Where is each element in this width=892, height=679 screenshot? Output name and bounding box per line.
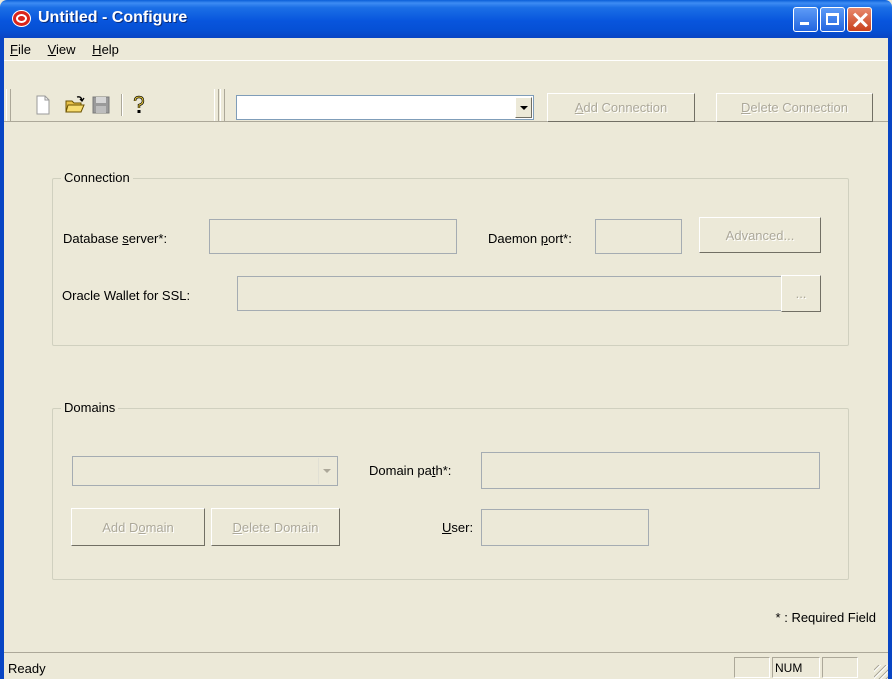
advanced-button[interactable]: Advanced...: [699, 217, 821, 253]
minimize-button[interactable]: [793, 7, 818, 32]
new-file-icon[interactable]: [32, 94, 54, 116]
title-bar[interactable]: Untitled - Configure: [0, 0, 892, 38]
connection-select[interactable]: [236, 95, 534, 120]
menu-help[interactable]: Help: [86, 38, 126, 57]
toolbar-grip-2[interactable]: [214, 89, 219, 121]
required-field-note: * : Required Field: [775, 610, 876, 625]
toolbar-separator: [121, 94, 123, 116]
daemon-port-input[interactable]: [595, 219, 682, 254]
oracle-wallet-label: Oracle Wallet for SSL:: [62, 288, 191, 303]
database-server-input[interactable]: [209, 219, 457, 254]
delete-domain-button[interactable]: Delete Domain: [211, 508, 340, 546]
status-pane-caps: [734, 657, 770, 678]
daemon-port-label: Daemon port*:: [488, 231, 572, 246]
database-server-label: Database server*:: [63, 231, 168, 246]
window-border-right: [888, 38, 892, 679]
open-folder-icon[interactable]: [64, 94, 86, 116]
close-button[interactable]: [847, 7, 872, 32]
menu-file[interactable]: File: [4, 38, 38, 57]
user-label: User:: [442, 520, 474, 535]
delete-connection-button[interactable]: Delete Connection: [716, 93, 873, 122]
status-text: Ready: [8, 661, 46, 676]
status-pane-scroll: [822, 657, 858, 678]
toolbar-grip-3[interactable]: [220, 89, 225, 121]
save-icon[interactable]: [90, 94, 112, 116]
help-icon[interactable]: [128, 94, 150, 116]
window-title: Untitled - Configure: [38, 9, 188, 26]
menu-view[interactable]: View: [42, 38, 83, 57]
oracle-logo-icon: [12, 10, 31, 27]
domain-path-input[interactable]: [481, 452, 820, 489]
domain-path-label: Domain path*:: [369, 463, 452, 478]
add-domain-button[interactable]: Add Domain: [71, 508, 205, 546]
user-input[interactable]: [481, 509, 649, 546]
chevron-down-icon[interactable]: [318, 458, 336, 484]
domain-select[interactable]: [72, 456, 338, 486]
connection-group: [52, 178, 849, 346]
toolbar-grip[interactable]: [6, 89, 11, 121]
chevron-down-icon[interactable]: [515, 97, 532, 118]
configure-window: Untitled - Configure File View Help Add …: [0, 0, 892, 679]
status-pane-num: NUM: [772, 657, 820, 678]
resize-grip-icon[interactable]: [874, 665, 888, 679]
maximize-button[interactable]: [820, 7, 845, 32]
menu-bar: File View Help: [4, 38, 888, 60]
add-connection-button[interactable]: Add Connection: [547, 93, 695, 122]
domains-group-label: Domains: [61, 400, 119, 415]
connection-group-label: Connection: [61, 170, 133, 185]
window-border-left: [0, 38, 4, 679]
domains-group: [52, 408, 849, 580]
browse-wallet-button[interactable]: ...: [781, 275, 821, 312]
oracle-wallet-input[interactable]: [237, 276, 782, 311]
toolbar: Add Connection Delete Connection: [4, 60, 888, 122]
status-bar: Ready NUM: [4, 652, 888, 679]
